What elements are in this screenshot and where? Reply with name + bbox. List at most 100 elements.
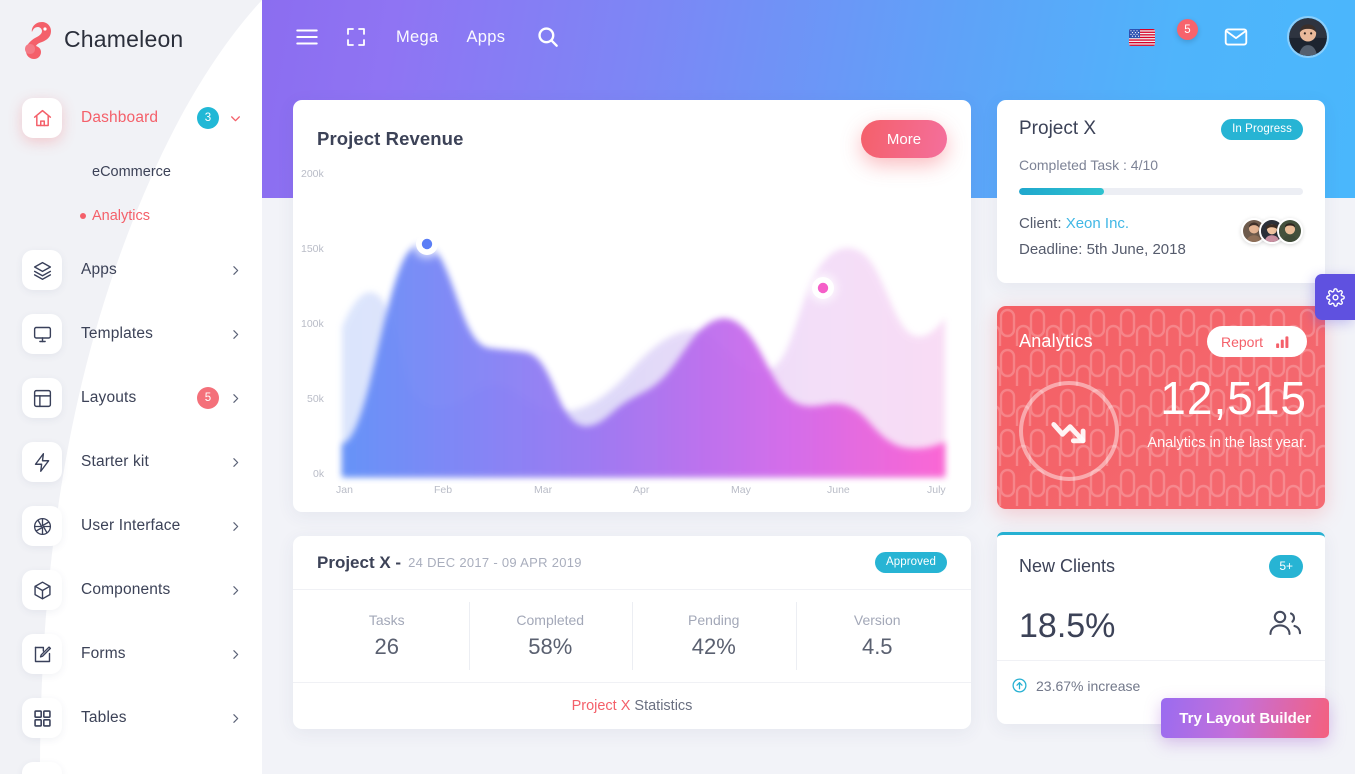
chevron-right-icon[interactable]: [229, 712, 242, 725]
chevron-right-icon[interactable]: [229, 392, 242, 405]
avatar[interactable]: [1277, 218, 1303, 244]
project-statistics-card: Project X - 24 DEC 2017 - 09 APR 2019 Ap…: [293, 536, 971, 729]
sidebar-item-apps[interactable]: Apps: [0, 238, 262, 302]
deadline-label: Deadline:: [1019, 241, 1083, 258]
project-statistics-footer: Project X Statistics: [293, 682, 971, 728]
page-title: Project Revenue: [317, 128, 464, 149]
layout-icon: [22, 378, 62, 418]
hamburger-icon[interactable]: [294, 24, 320, 50]
project-date-range: 24 DEC 2017 - 09 APR 2019: [408, 555, 582, 570]
stat-pending: Pending 42%: [632, 590, 796, 682]
sidebar-subitem-label: eCommerce: [92, 164, 171, 180]
y-tick-label: 50k: [307, 393, 325, 405]
chevron-right-icon[interactable]: [229, 520, 242, 533]
increase-text: 23.67% increase: [1036, 677, 1141, 694]
sidebar-item-charts[interactable]: Charts: [0, 750, 262, 774]
bar-chart-icon: [1276, 335, 1293, 348]
dashboard-app: Chameleon Dashboard 3 eCommerce Analytic…: [0, 0, 1355, 774]
footer-highlight: Project X: [571, 697, 631, 714]
stat-label: Completed: [516, 612, 585, 628]
new-clients-card: New Clients 5+ 18.5% 23.67% increase: [997, 532, 1325, 724]
topbar: Mega Apps 5: [262, 0, 1355, 74]
gear-icon: [1325, 287, 1345, 307]
us-flag-icon[interactable]: [1129, 28, 1155, 46]
chevron-right-icon[interactable]: [229, 584, 242, 597]
aperture-icon: [22, 506, 62, 546]
completed-task-text: Completed Task : 4/10: [1019, 157, 1159, 173]
sidebar-item-label: Templates: [81, 325, 153, 342]
status-badge: In Progress: [1221, 118, 1303, 140]
active-dot-icon: [80, 213, 86, 219]
mail-icon[interactable]: [1223, 24, 1249, 50]
sidebar-item-label: Starter kit: [81, 453, 149, 470]
client-label: Client:: [1019, 215, 1062, 232]
y-tick-label: 150k: [301, 243, 325, 255]
project-x-title: Project X: [1019, 118, 1097, 139]
left-column: Project Revenue More 200k 150k 100k 50k …: [293, 100, 971, 774]
topbar-link-apps[interactable]: Apps: [466, 28, 505, 47]
chevron-right-icon[interactable]: [229, 328, 242, 341]
sidebar-item-layouts[interactable]: Layouts 5: [0, 366, 262, 430]
team-avatars: [1241, 211, 1303, 244]
stat-value: 42%: [691, 634, 736, 659]
analytics-body: 12,515 Analytics in the last year.: [997, 357, 1325, 507]
sidebar-item-templates[interactable]: Templates: [0, 302, 262, 366]
chevron-right-icon[interactable]: [229, 456, 242, 469]
more-button[interactable]: More: [861, 120, 947, 158]
sidebar-item-starter-kit[interactable]: Starter kit: [0, 430, 262, 494]
chameleon-logo-icon: [25, 22, 51, 59]
status-badge: Approved: [874, 552, 947, 573]
home-icon: [22, 98, 62, 138]
sidebar-subitem-label: Analytics: [92, 208, 151, 224]
topbar-link-mega[interactable]: Mega: [396, 28, 438, 47]
sidebar-item-user-interface[interactable]: User Interface: [0, 494, 262, 558]
right-column: Project X In Progress Completed Task : 4…: [997, 100, 1325, 774]
chevron-down-icon[interactable]: [229, 112, 242, 125]
brand-name: Chameleon: [64, 25, 184, 52]
report-button[interactable]: Report: [1206, 326, 1307, 357]
x-tick-label: May: [731, 484, 752, 496]
sidebar-nav: Dashboard 3 eCommerce Analytics Apps Tem…: [0, 78, 262, 774]
sidebar-item-label: Dashboard: [81, 109, 159, 126]
brand[interactable]: Chameleon: [0, 0, 262, 78]
sidebar-item-label: Tables: [81, 709, 127, 726]
chevron-right-icon[interactable]: [229, 648, 242, 661]
sidebar-item-components[interactable]: Components: [0, 558, 262, 622]
new-clients-header: New Clients 5+: [997, 535, 1325, 578]
analytics-subtitle: Analytics in the last year.: [1147, 435, 1307, 451]
project-statistics-title: Project X -: [317, 552, 402, 572]
x-tick-label: Mar: [534, 484, 553, 496]
project-x-text-lines: Client: Xeon Inc. Deadline: 5th June, 20…: [1019, 211, 1241, 263]
sidebar-subitem-ecommerce[interactable]: eCommerce: [0, 150, 262, 194]
analytics-value: 12,515: [1160, 372, 1307, 424]
chart-marker-feb: [413, 230, 441, 258]
try-layout-builder-button[interactable]: Try Layout Builder: [1161, 698, 1329, 738]
client-name-link[interactable]: Xeon Inc.: [1066, 215, 1129, 232]
sidebar-item-tables[interactable]: Tables: [0, 686, 262, 750]
y-tick-label: 100k: [301, 318, 325, 330]
x-tick-label: Feb: [434, 484, 452, 496]
client-row: Client: Xeon Inc.: [1019, 211, 1241, 237]
sidebar-item-dashboard[interactable]: Dashboard 3: [0, 86, 262, 150]
stat-value: 4.5: [861, 634, 893, 659]
settings-tab-button[interactable]: [1315, 274, 1355, 320]
search-icon[interactable]: [535, 24, 561, 50]
cube-icon: [22, 570, 62, 610]
fullscreen-icon[interactable]: [344, 25, 368, 49]
chevron-right-icon[interactable]: [229, 264, 242, 277]
layers-icon: [22, 250, 62, 290]
sidebar-item-label: Layouts: [81, 389, 137, 406]
new-clients-badge: 5+: [1269, 555, 1303, 578]
notification-count-badge: 5: [1177, 19, 1198, 40]
progress-bar-fill: [1019, 188, 1105, 195]
sidebar-item-forms[interactable]: Forms: [0, 622, 262, 686]
footer-text: Statistics: [634, 697, 693, 714]
analytics-card: Analytics Report 12,515 Analytics in the…: [997, 306, 1325, 509]
project-x-card: Project X In Progress Completed Task : 4…: [997, 100, 1325, 283]
project-x-details: Client: Xeon Inc. Deadline: 5th June, 20…: [1019, 211, 1303, 263]
deadline-value: 5th June, 2018: [1086, 241, 1186, 258]
avatar[interactable]: [1287, 16, 1329, 58]
sidebar-badge: 5: [197, 387, 219, 409]
sidebar-subitem-analytics[interactable]: Analytics: [0, 194, 262, 238]
x-tick-label: July: [927, 484, 946, 496]
